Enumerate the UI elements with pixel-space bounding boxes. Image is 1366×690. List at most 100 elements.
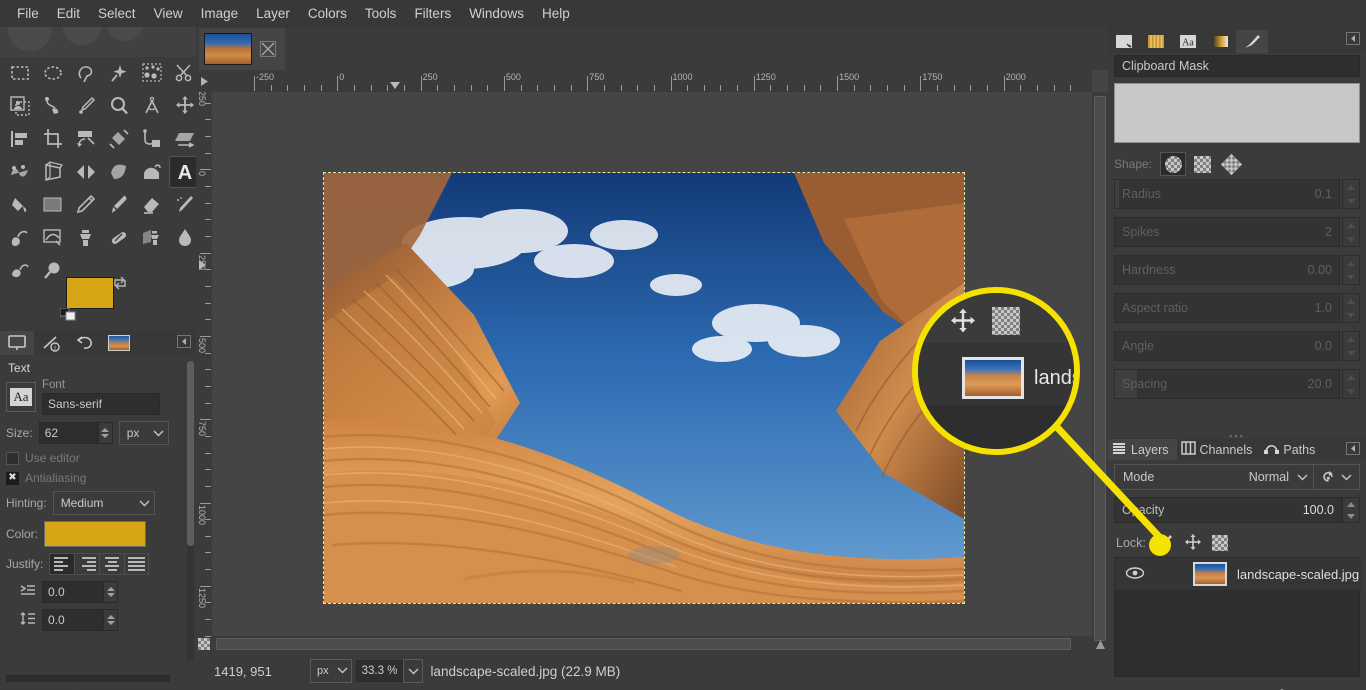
tab-channels[interactable]: Channels: [1177, 439, 1261, 460]
close-icon[interactable]: [260, 41, 276, 57]
alignment-icon[interactable]: [4, 123, 36, 155]
slider-track[interactable]: Aspect ratio 1.0: [1114, 293, 1340, 323]
perspective-icon[interactable]: [37, 156, 69, 188]
handle-transform-icon[interactable]: [136, 123, 168, 155]
table-row[interactable]: landscape-scaled.jpg: [1115, 558, 1361, 590]
warp-transform-icon[interactable]: [4, 156, 36, 188]
quick-mask-toggle-icon[interactable]: [196, 636, 212, 652]
slider-stepper[interactable]: [1342, 179, 1360, 209]
slider-track[interactable]: Spikes 2: [1114, 217, 1340, 247]
lock-alpha-icon[interactable]: [1211, 535, 1228, 551]
measure-icon[interactable]: [136, 90, 168, 122]
slider-track[interactable]: Hardness 0.00: [1114, 255, 1340, 285]
layer-mode-select[interactable]: Mode Normal: [1114, 464, 1314, 490]
brush-slider-spikes[interactable]: Spikes 2: [1114, 217, 1360, 249]
tab-device-status[interactable]: i: [34, 331, 68, 355]
tab-menu-icon[interactable]: [1346, 32, 1360, 45]
canvas-viewport[interactable]: [212, 92, 1092, 652]
brush-slider-angle[interactable]: Angle 0.0: [1114, 331, 1360, 363]
paths-icon[interactable]: [37, 90, 69, 122]
rectangle-select-icon[interactable]: [4, 57, 36, 89]
use-editor-checkbox[interactable]: [6, 451, 19, 465]
unified-transform-icon[interactable]: [103, 123, 135, 155]
gradient-icon[interactable]: [37, 189, 69, 221]
swap-colors-icon[interactable]: [112, 275, 128, 291]
menu-help[interactable]: Help: [533, 3, 579, 24]
color-picker-icon[interactable]: [70, 90, 102, 122]
bucket-fill-icon[interactable]: [136, 156, 168, 188]
horizontal-scrollbar[interactable]: [212, 636, 1092, 652]
paintbrush-icon[interactable]: [103, 189, 135, 221]
lock-position-icon[interactable]: [1184, 533, 1202, 554]
brush-name-field[interactable]: Clipboard Mask: [1114, 55, 1360, 77]
line-spacing-stepper[interactable]: [104, 609, 118, 631]
brush-slider-hardness[interactable]: Hardness 0.00: [1114, 255, 1360, 287]
circle-shape-icon[interactable]: [1160, 152, 1187, 176]
select-by-color-icon[interactable]: [136, 57, 168, 89]
opacity-slider-track[interactable]: Opacity 100.0: [1114, 497, 1342, 523]
crop-icon[interactable]: [37, 123, 69, 155]
cage-transform-icon[interactable]: [103, 156, 135, 188]
zoom-input[interactable]: 33.3 %: [355, 660, 404, 682]
vertical-scrollbar[interactable]: [1092, 92, 1108, 652]
ellipse-select-icon[interactable]: [37, 57, 69, 89]
font-preview-button[interactable]: Aa: [6, 382, 36, 412]
brush-slider-spacing[interactable]: Spacing 20.0: [1114, 369, 1360, 401]
tab-images[interactable]: [102, 331, 136, 355]
smudge-icon[interactable]: [4, 255, 36, 287]
scrollbar-thumb[interactable]: [1094, 96, 1106, 641]
tab-brushes[interactable]: [1108, 30, 1140, 53]
foreground-color-swatch[interactable]: [66, 277, 114, 309]
perspective-clone-icon[interactable]: [136, 222, 168, 254]
fuzzy-select-icon[interactable]: [103, 57, 135, 89]
antialiasing-checkbox[interactable]: ✖: [6, 471, 19, 485]
tab-gradients[interactable]: [1204, 30, 1236, 53]
slider-track[interactable]: Angle 0.0: [1114, 331, 1340, 361]
justify-fill-icon[interactable]: [124, 553, 150, 575]
slider-stepper[interactable]: [1342, 293, 1360, 323]
mypaint-brush-icon[interactable]: [37, 222, 69, 254]
tab-tool-options[interactable]: [0, 331, 34, 355]
hinting-select[interactable]: Medium: [52, 491, 155, 515]
menu-tools[interactable]: Tools: [356, 3, 406, 24]
tab-undo-history[interactable]: [68, 331, 102, 355]
bucket-fill-tool-icon[interactable]: [4, 189, 36, 221]
tab-paths[interactable]: Paths: [1260, 439, 1323, 460]
size-unit-select[interactable]: px: [118, 421, 169, 445]
opacity-stepper[interactable]: [1342, 497, 1360, 523]
foreground-select-icon[interactable]: [4, 90, 36, 122]
zoom-select-icon[interactable]: [403, 659, 424, 683]
indent-stepper[interactable]: [104, 581, 118, 603]
vertical-ruler[interactable]: -250 0 250 500 750 1000 1250: [196, 92, 212, 652]
slider-stepper[interactable]: [1342, 369, 1360, 399]
size-stepper[interactable]: [98, 422, 113, 444]
free-select-icon[interactable]: [70, 57, 102, 89]
menu-image[interactable]: Image: [192, 3, 248, 24]
justify-right-icon[interactable]: [74, 553, 100, 575]
square-shape-icon[interactable]: [1189, 152, 1215, 176]
flip-icon[interactable]: [70, 156, 102, 188]
slider-stepper[interactable]: [1342, 217, 1360, 247]
antialiasing-row[interactable]: ✖ Antialiasing: [6, 471, 190, 485]
navigation-preview-icon[interactable]: [1092, 636, 1108, 652]
ruler-corner[interactable]: [196, 70, 212, 92]
ink-icon[interactable]: [4, 222, 36, 254]
slider-stepper[interactable]: [1342, 331, 1360, 361]
justify-left-icon[interactable]: [49, 553, 75, 575]
reset-mode-icon[interactable]: [1314, 464, 1360, 490]
menu-file[interactable]: File: [8, 3, 48, 24]
eye-icon[interactable]: [1125, 566, 1145, 583]
heal-icon[interactable]: [103, 222, 135, 254]
brush-slider-aspect-ratio[interactable]: Aspect ratio 1.0: [1114, 293, 1360, 325]
unit-select[interactable]: px: [310, 659, 352, 683]
menu-view[interactable]: View: [145, 3, 192, 24]
menu-edit[interactable]: Edit: [48, 3, 89, 24]
pencil-icon[interactable]: [70, 189, 102, 221]
tab-menu-icon[interactable]: [1346, 442, 1360, 455]
opacity-slider[interactable]: Opacity 100.0: [1114, 497, 1360, 525]
menu-filters[interactable]: Filters: [405, 3, 460, 24]
zoom-icon[interactable]: [103, 90, 135, 122]
reset-colors-icon[interactable]: [60, 308, 76, 322]
tab-menu-icon[interactable]: [177, 335, 191, 348]
menu-layer[interactable]: Layer: [247, 3, 299, 24]
